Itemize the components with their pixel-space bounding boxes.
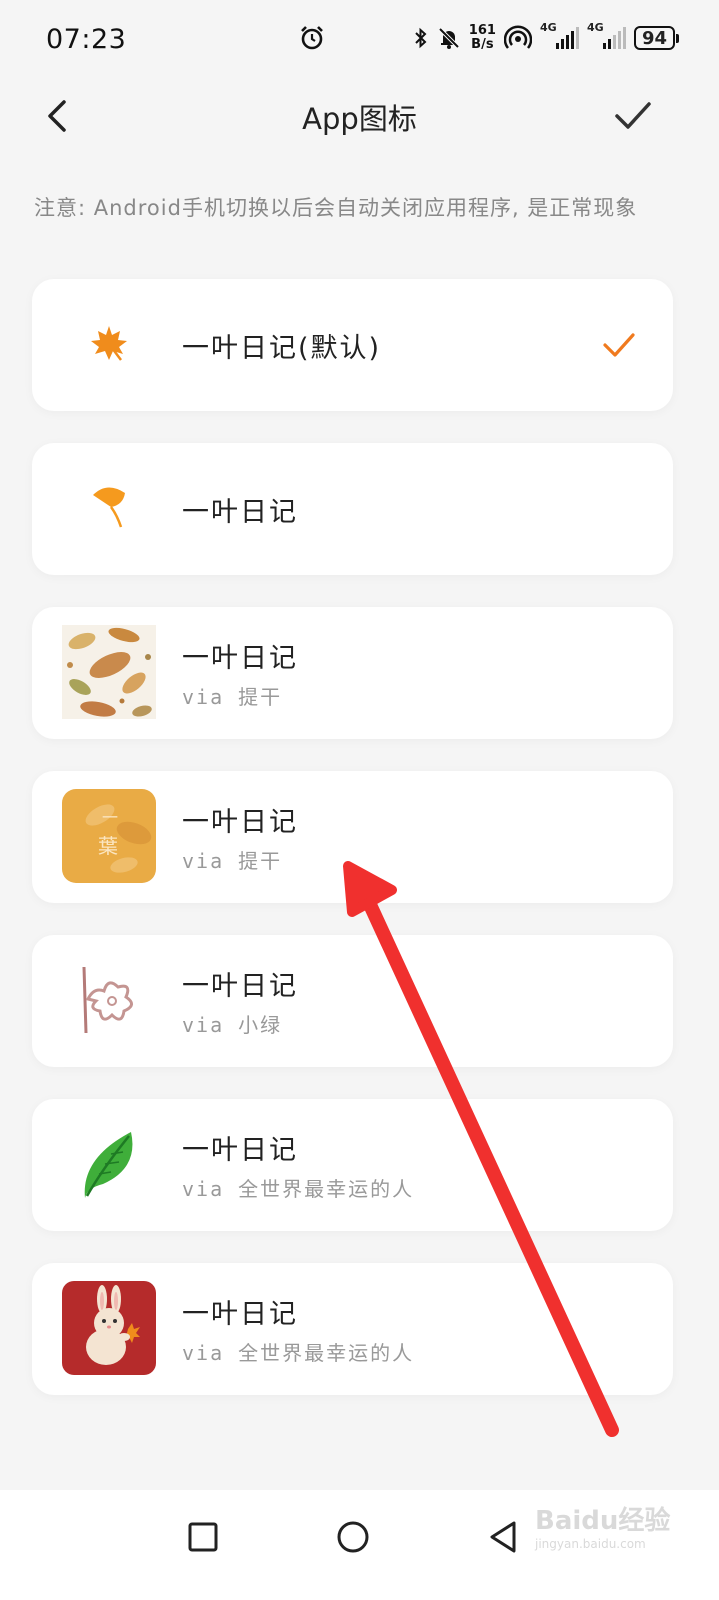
app-header: App图标 (0, 80, 719, 152)
icon-option-3[interactable]: 一叶日记 via 提干 (32, 607, 673, 739)
option-author: via 小绿 (182, 1013, 283, 1037)
triangle-back-icon (490, 1521, 516, 1553)
signal-strength-2: 4G (587, 21, 626, 49)
icon-option-7[interactable]: 一叶日记 via 全世界最幸运的人 (32, 1263, 673, 1395)
green-leaf-icon (62, 1117, 156, 1211)
autumn-leaves-pattern-icon (62, 625, 156, 719)
option-author: via 提干 (182, 849, 283, 873)
icon-options-list: 一叶日记(默认) 一叶日记 一叶日记 via 提干 一 葉 一叶日记 via 提… (32, 279, 673, 1427)
option-name: 一叶日记 (182, 1299, 298, 1330)
icon-option-4[interactable]: 一 葉 一叶日记 via 提干 (32, 771, 673, 903)
pink-sketch-flower-icon (62, 953, 156, 1047)
home-button[interactable] (328, 1512, 378, 1562)
orange-ginkgo-leaf-icon (62, 461, 156, 555)
status-bar: 07:23 161 B/s 4G 4G 94 (0, 0, 719, 78)
option-author: via 全世界最幸运的人 (182, 1177, 415, 1201)
icon-option-default[interactable]: 一叶日记(默认) (32, 279, 673, 411)
hotspot-icon (503, 25, 532, 49)
option-name: 一叶日记 (182, 643, 298, 674)
option-author: via 全世界最幸运的人 (182, 1341, 415, 1365)
baidu-watermark: Baidu经验 jingyan.baidu.com (535, 1506, 671, 1551)
option-name: 一叶日记 (182, 1135, 298, 1166)
option-name: 一叶日记(默认) (182, 332, 382, 364)
option-name: 一叶日记 (182, 496, 298, 528)
icon-text-top: 一 (102, 808, 118, 827)
confirm-button[interactable] (611, 94, 655, 138)
icon-text-bottom: 葉 (98, 834, 118, 858)
option-name: 一叶日记 (182, 971, 298, 1002)
yellow-leaf-calligraphy-icon: 一 葉 (62, 789, 156, 883)
icon-option-5[interactable]: 一叶日记 via 小绿 (32, 935, 673, 1067)
status-time: 07:23 (46, 23, 127, 55)
circle-icon (337, 1521, 369, 1553)
notice-text: 注意: Android手机切换以后会自动关闭应用程序, 是正常现象 (34, 196, 638, 220)
battery-indicator: 94 (633, 26, 680, 50)
bluetooth-icon (415, 27, 427, 49)
checkmark-icon (615, 102, 651, 129)
icon-option-6[interactable]: 一叶日记 via 全世界最幸运的人 (32, 1099, 673, 1231)
alarm-icon (301, 26, 323, 50)
network-speed: 161 B/s (468, 23, 496, 52)
back-nav-button[interactable] (478, 1512, 528, 1562)
square-icon (188, 1522, 218, 1552)
recents-button[interactable] (178, 1512, 228, 1562)
option-author: via 提干 (182, 685, 283, 709)
orange-maple-leaf-icon (62, 297, 156, 391)
rabbit-holding-leaf-icon (62, 1281, 156, 1375)
mute-bell-icon (438, 27, 460, 49)
signal-strength-1: 4G (540, 21, 579, 49)
icon-option-2[interactable]: 一叶日记 (32, 443, 673, 575)
selected-checkmark-icon (603, 333, 635, 357)
option-name: 一叶日记 (182, 807, 298, 838)
